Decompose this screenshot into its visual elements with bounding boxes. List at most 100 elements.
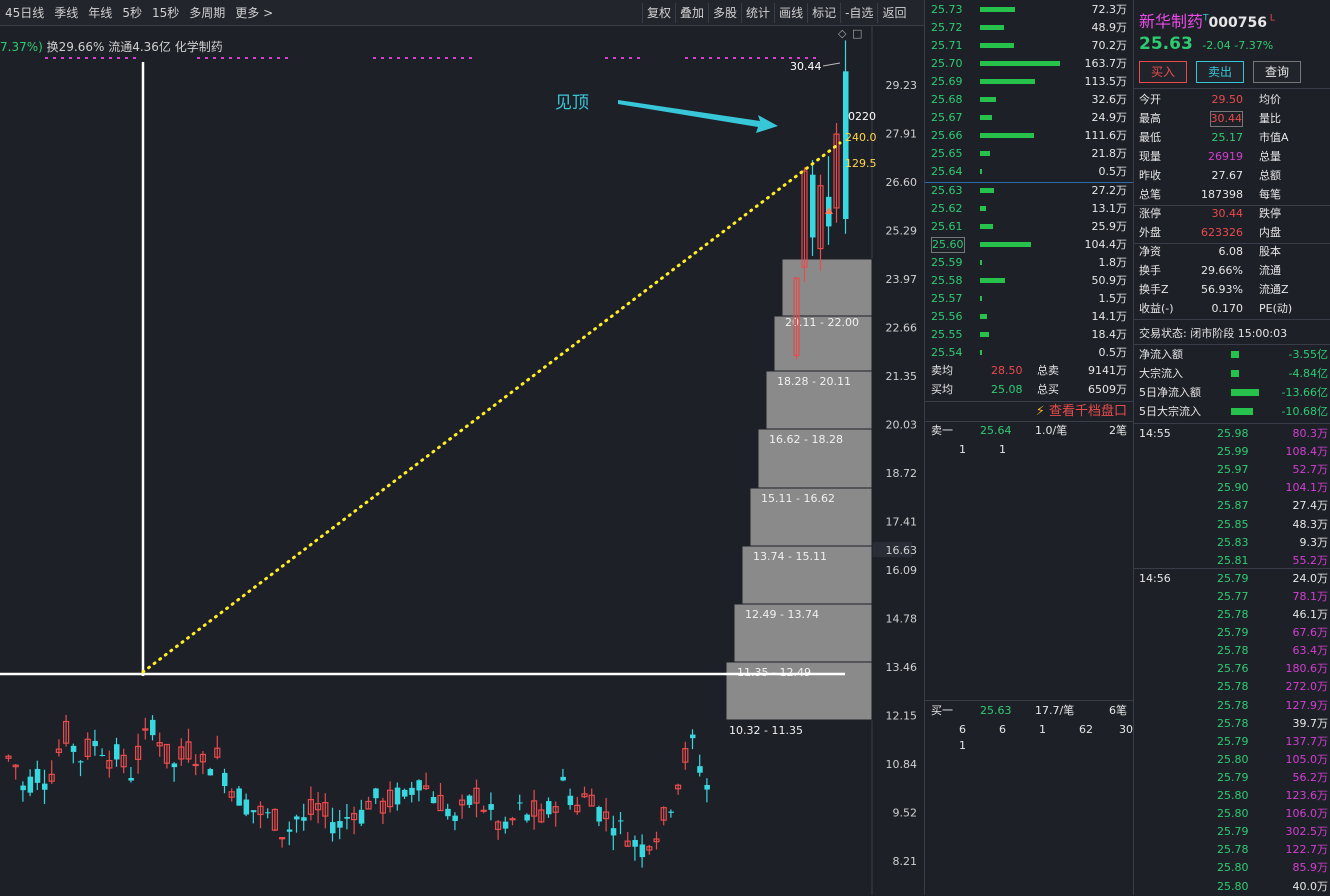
- bid-level-row[interactable]: 25.58 50.9万: [925, 272, 1133, 290]
- flow-value: -4.84亿: [1288, 367, 1328, 380]
- buy-one-size: 17.7/笔: [1035, 704, 1075, 717]
- candle: [473, 779, 480, 818]
- period-2[interactable]: 年线: [83, 3, 117, 23]
- price-tick-6: 21.35: [886, 370, 918, 383]
- field-label: 总量: [1259, 150, 1281, 163]
- tick-volume: 105.0万: [1285, 752, 1329, 766]
- order-book: 25.73 72.3万 25.72 48.9万 25.71 70.2万 25.70 163.7…: [924, 0, 1134, 895]
- ask-price: 25.70: [931, 57, 963, 70]
- tick-price: 25.85: [1217, 517, 1249, 531]
- bid-level-row[interactable]: 25.59 1.8万: [925, 254, 1133, 272]
- candlestick-chart[interactable]: 29.23 27.91 26.60 25.29 23.97 22.66 21.35 20.03…: [0, 26, 924, 895]
- period-0[interactable]: 45日线: [0, 3, 49, 23]
- signal-dot: [261, 57, 264, 59]
- tick-volume: 24.0万: [1292, 571, 1329, 585]
- ask-level-row[interactable]: 25.68 32.6万: [925, 91, 1133, 109]
- tick-row: 25.78 39.7万: [1133, 715, 1330, 733]
- price-tick-12: 14.78: [886, 612, 918, 625]
- tick-volume: 104.1万: [1285, 481, 1329, 495]
- bid-volume-bar: [980, 242, 1032, 247]
- candle: [351, 806, 358, 835]
- tick-row: 25.80 106.0万: [1133, 805, 1330, 823]
- tool-button-2[interactable]: 多股: [708, 3, 741, 23]
- ask-level-row[interactable]: 25.64 0.5万: [925, 163, 1133, 181]
- bid-volume: 13.1万: [1091, 202, 1128, 215]
- bid-level-row[interactable]: 25.61 25.9万: [925, 218, 1133, 236]
- summary-label: 总卖: [1037, 364, 1059, 377]
- ask-level-row[interactable]: 25.71 70.2万: [925, 37, 1133, 55]
- flow-label: 5日净流入额: [1139, 386, 1201, 399]
- flow-label: 大宗流入: [1139, 367, 1183, 380]
- field-value: 187398: [1201, 188, 1243, 201]
- bid-volume-bar: [980, 224, 993, 229]
- ask-level-row[interactable]: 25.67 24.9万: [925, 109, 1133, 127]
- candle: [459, 794, 466, 819]
- signal-dot: [61, 57, 64, 59]
- bid-price: 25.60: [931, 237, 965, 253]
- period-selector: 45日线 季线 年线 5秒 15秒 多周期 更多 >: [0, 3, 278, 23]
- period-1[interactable]: 季线: [49, 3, 83, 23]
- ask-level-row[interactable]: 25.72 48.9万: [925, 19, 1133, 37]
- candle: [373, 787, 379, 804]
- signal-dot: [629, 57, 632, 59]
- diamond-icon[interactable]: ◇: [838, 27, 847, 40]
- field-value: 30.44: [1211, 207, 1244, 220]
- tick-row: 25.99 108.4万: [1133, 443, 1330, 461]
- period-5[interactable]: 多周期: [184, 3, 230, 23]
- tool-button-7[interactable]: 返回: [877, 3, 910, 23]
- candle: [632, 835, 638, 861]
- collapse-icon[interactable]: □: [852, 27, 862, 40]
- tool-button-3[interactable]: 统计: [741, 3, 774, 23]
- quote-field-row: 最低 25.17 市值A: [1133, 129, 1330, 147]
- ask-level-row[interactable]: 25.70 163.7万: [925, 55, 1133, 73]
- ask-volume: 70.2万: [1091, 39, 1128, 52]
- tool-button-5[interactable]: 标记: [807, 3, 840, 23]
- bid-level-row[interactable]: 25.60 104.4万: [925, 236, 1133, 254]
- sell-button[interactable]: 卖出: [1196, 61, 1244, 83]
- candle: [307, 786, 314, 821]
- candle: [682, 741, 689, 770]
- period-4[interactable]: 15秒: [147, 3, 184, 23]
- ask-level-row[interactable]: 25.73 72.3万: [925, 1, 1133, 19]
- period-6[interactable]: 更多 >: [230, 3, 278, 23]
- bid-level-row[interactable]: 25.56 14.1万: [925, 308, 1133, 326]
- bid-level-row[interactable]: 25.62 13.1万: [925, 200, 1133, 218]
- tick-row: 25.85 48.3万: [1133, 516, 1330, 534]
- signal-dot: [757, 57, 760, 59]
- volume-profile-bar: [781, 258, 873, 317]
- signal-dot: [413, 57, 416, 59]
- tool-button-6[interactable]: -自选: [840, 3, 877, 23]
- tick-row: 25.78 272.0万: [1133, 678, 1330, 696]
- tool-button-4[interactable]: 画线: [774, 3, 807, 23]
- ask-level-row[interactable]: 25.66 111.6万: [925, 127, 1133, 145]
- ask-volume: 163.7万: [1084, 57, 1128, 70]
- bid-volume-bar: [980, 296, 982, 301]
- candle: [120, 748, 127, 774]
- ask-level-row[interactable]: 25.65 21.8万: [925, 145, 1133, 163]
- bid-level-row[interactable]: 25.55 18.4万: [925, 326, 1133, 344]
- price-change: -2.04 -7.37%: [1198, 39, 1274, 52]
- side-label-0: 0220: [848, 110, 876, 123]
- buy-button[interactable]: 买入: [1139, 61, 1187, 83]
- tool-button-0[interactable]: 复权: [642, 3, 675, 23]
- bid-volume-bar: [980, 188, 994, 193]
- candle: [228, 788, 235, 802]
- tick-row: 25.90 104.1万: [1133, 479, 1330, 497]
- ask-volume: 113.5万: [1084, 75, 1128, 88]
- candle: [322, 793, 329, 829]
- bid-level-row[interactable]: 25.57 1.5万: [925, 290, 1133, 308]
- candle: [279, 837, 286, 848]
- bid-level-row[interactable]: 25.54 0.5万: [925, 344, 1133, 362]
- candle: [48, 760, 55, 784]
- price-tick-3: 25.29: [886, 224, 918, 237]
- period-3[interactable]: 5秒: [117, 3, 147, 23]
- candle: [34, 760, 41, 791]
- candle: [135, 733, 142, 774]
- tick-row: 25.78 63.4万: [1133, 642, 1330, 660]
- query-button[interactable]: 查询: [1253, 61, 1301, 83]
- bid-level-row[interactable]: 25.63 27.2万: [925, 182, 1133, 200]
- tool-button-1[interactable]: 叠加: [675, 3, 708, 23]
- thousand-level-link[interactable]: ⚡ 查看千档盘口: [1036, 403, 1127, 421]
- volume-profile-label: 18.28 - 20.11: [777, 375, 851, 388]
- ask-level-row[interactable]: 25.69 113.5万: [925, 73, 1133, 91]
